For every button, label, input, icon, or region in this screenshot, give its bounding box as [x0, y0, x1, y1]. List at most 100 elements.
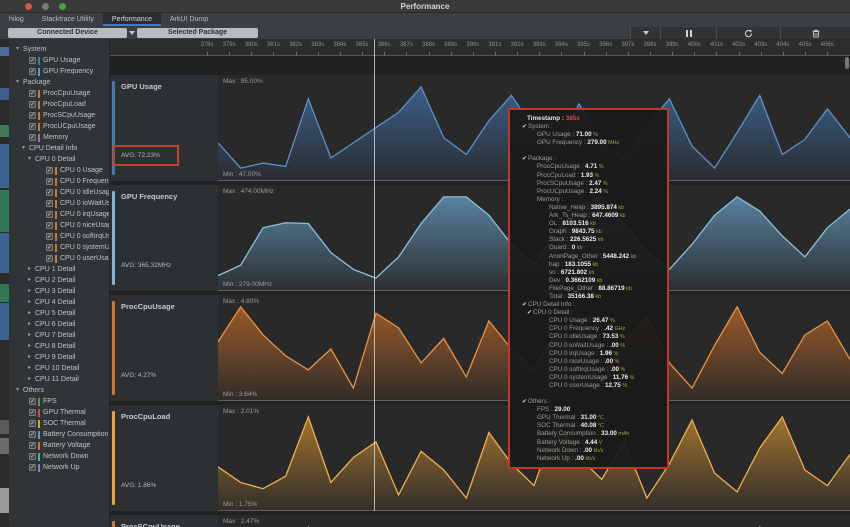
sidebar-item-cpu-7-detail[interactable]: ▸CPU 7 Detail — [9, 330, 109, 341]
sidebar-item-proccpuusage[interactable]: ✓ ProcCpuUsage — [9, 88, 109, 99]
sidebar-item-cpu-0-frequency[interactable]: ✓CPU 0 Frequency — [9, 176, 109, 187]
checkbox[interactable]: ✓ — [46, 211, 53, 218]
sidebar-item-cpu-11-detail[interactable]: ▸CPU 11 Detail — [9, 374, 109, 385]
tab-arkui-dump[interactable]: ArkUI Dump — [161, 13, 217, 26]
checkbox[interactable]: ✓ — [46, 233, 53, 240]
checkbox[interactable]: ✓ — [29, 442, 36, 449]
chevron-right-icon[interactable]: ▸ — [28, 352, 35, 363]
checkbox[interactable]: ✓ — [46, 178, 53, 185]
checkbox[interactable]: ✓ — [46, 200, 53, 207]
scrollbar-thumb[interactable] — [845, 57, 849, 69]
chevron-right-icon[interactable]: ▸ — [28, 341, 35, 352]
connected-device-button[interactable]: Connected Device — [8, 28, 127, 38]
minimize-button[interactable] — [42, 3, 49, 10]
checkbox[interactable]: ✓ — [46, 255, 53, 262]
refresh-button[interactable] — [716, 27, 780, 39]
checkbox[interactable]: ✓ — [29, 101, 36, 108]
zoom-button[interactable] — [59, 3, 66, 10]
checkbox[interactable]: ✓ — [29, 398, 36, 405]
chevron-down-icon[interactable]: ▾ — [16, 77, 23, 88]
chart-options-dropdown[interactable] — [630, 27, 660, 39]
checkbox[interactable]: ✓ — [29, 123, 36, 130]
sidebar-item-procscpuusage[interactable]: ✓ProcSCpuUsage — [9, 110, 109, 121]
checkbox[interactable]: ✓ — [29, 68, 36, 75]
checkbox[interactable]: ✓ — [46, 244, 53, 251]
checkbox[interactable]: ✓ — [29, 453, 36, 460]
chevron-right-icon[interactable]: ▸ — [28, 286, 35, 297]
sidebar-item-cpu-0-systemusage[interactable]: ✓CPU 0 systemUsage — [9, 242, 109, 253]
checkbox[interactable]: ✓ — [29, 112, 36, 119]
sidebar-item-label: ProcCpuUsage — [43, 88, 90, 99]
chevron-down-icon[interactable]: ▾ — [28, 154, 35, 165]
chevron-down-icon[interactable]: ▾ — [22, 143, 29, 154]
chevron-right-icon[interactable]: ▸ — [28, 275, 35, 286]
timeline-ruler[interactable]: 378s379s380s381s382s383s384s385s386s387s… — [110, 39, 850, 56]
tab-performance[interactable]: Performance — [103, 13, 161, 26]
sidebar-item-proccpuload[interactable]: ✓ProcCpuLoad — [9, 99, 109, 110]
sidebar-item-system[interactable]: ▾System — [9, 44, 109, 55]
tab-stacktrace-utility[interactable]: Stacktrace Utility — [33, 13, 103, 26]
timeline-tick-label: 397s — [621, 42, 634, 48]
sidebar-item-memory[interactable]: ✓Memory — [9, 132, 109, 143]
sidebar-item-soc-thermal[interactable]: ✓SOC Thermal — [9, 418, 109, 429]
tab-hilog[interactable]: hilog — [0, 13, 33, 26]
sidebar-item-package[interactable]: ▾Package — [9, 77, 109, 88]
selected-package-button[interactable]: Selected Package — [137, 28, 258, 38]
sidebar-item-network-down[interactable]: ✓Network Down — [9, 451, 109, 462]
checkbox[interactable]: ✓ — [29, 431, 36, 438]
chevron-down-icon[interactable]: ▾ — [16, 44, 23, 55]
sidebar-item-battery-voltage[interactable]: ✓Battery Voltage — [9, 440, 109, 451]
checkbox[interactable]: ✓ — [46, 167, 53, 174]
chevron-down-icon[interactable] — [129, 31, 135, 35]
sidebar-item-gpu-frequency[interactable]: ✓GPU Frequency — [9, 66, 109, 77]
sidebar-item-network-up[interactable]: ✓Network Up — [9, 462, 109, 473]
sidebar-item-cpu-1-detail[interactable]: ▸CPU 1 Detail — [9, 264, 109, 275]
sidebar-item-cpu-2-detail[interactable]: ▸CPU 2 Detail — [9, 275, 109, 286]
checkbox[interactable]: ✓ — [46, 189, 53, 196]
checkbox[interactable]: ✓ — [29, 409, 36, 416]
sidebar-item-cpu-0-softirqusage[interactable]: ✓CPU 0 softIrqUsage — [9, 231, 109, 242]
checkbox[interactable]: ✓ — [29, 420, 36, 427]
sidebar-item-cpu-0-userusage[interactable]: ✓CPU 0 userUsage — [9, 253, 109, 264]
checkbox[interactable]: ✓ — [29, 90, 36, 97]
chevron-right-icon[interactable]: ▸ — [28, 264, 35, 275]
chevron-right-icon[interactable]: ▸ — [28, 308, 35, 319]
sidebar-item-cpu-detail-info[interactable]: ▾CPU Detail Info — [9, 143, 109, 154]
sidebar-item-cpu-0-idleusage[interactable]: ✓CPU 0 idleUsage — [9, 187, 109, 198]
clear-button[interactable] — [780, 27, 850, 39]
sidebar-item-cpu-3-detail[interactable]: ▸CPU 3 Detail — [9, 286, 109, 297]
close-button[interactable] — [25, 3, 32, 10]
sidebar-item-procucpuusage[interactable]: ✓ProcUCpuUsage — [9, 121, 109, 132]
sidebar-item-gpu-thermal[interactable]: ✓GPU Thermal — [9, 407, 109, 418]
sidebar-item-cpu-0-iowaitusage[interactable]: ✓CPU 0 ioWaitUsage — [9, 198, 109, 209]
chevron-right-icon[interactable]: ▸ — [28, 297, 35, 308]
series-color-bar — [55, 233, 57, 241]
sidebar-item-gpu-usage[interactable]: ✓GPU Usage — [9, 55, 109, 66]
sidebar-item-cpu-8-detail[interactable]: ▸CPU 8 Detail — [9, 341, 109, 352]
sidebar-item-cpu-10-detail[interactable]: ▸CPU 10 Detail — [9, 363, 109, 374]
tooltip-unit: MHz — [607, 140, 620, 146]
sidebar-item-cpu-9-detail[interactable]: ▸CPU 9 Detail — [9, 352, 109, 363]
checkbox[interactable]: ✓ — [46, 222, 53, 229]
checkbox[interactable]: ✓ — [29, 57, 36, 64]
chevron-down-icon[interactable]: ▾ — [16, 385, 23, 396]
checkbox[interactable]: ✓ — [29, 464, 36, 471]
sidebar-item-battery-consumption[interactable]: ✓Battery Consumption — [9, 429, 109, 440]
sidebar-item-cpu-0-irqusage[interactable]: ✓CPU 0 irqUsage — [9, 209, 109, 220]
pause-button[interactable] — [660, 27, 716, 39]
sidebar-item-cpu-5-detail[interactable]: ▸CPU 5 Detail — [9, 308, 109, 319]
sidebar-item-cpu-4-detail[interactable]: ▸CPU 4 Detail — [9, 297, 109, 308]
chart-plot-proc-s-cpu-usage[interactable]: Max : 2.47% — [218, 515, 850, 527]
sidebar-item-others[interactable]: ▾Others — [9, 385, 109, 396]
playhead-line[interactable] — [374, 39, 375, 511]
sidebar-item-fps[interactable]: ✓FPS — [9, 396, 109, 407]
chevron-right-icon[interactable]: ▸ — [28, 374, 35, 385]
sidebar-item-cpu-0-niceusage[interactable]: ✓CPU 0 niceUsage — [9, 220, 109, 231]
chevron-right-icon[interactable]: ▸ — [28, 330, 35, 341]
checkbox[interactable]: ✓ — [29, 134, 36, 141]
sidebar-item-cpu-0-usage[interactable]: ✓CPU 0 Usage — [9, 165, 109, 176]
sidebar-item-cpu-6-detail[interactable]: ▸CPU 6 Detail — [9, 319, 109, 330]
chevron-right-icon[interactable]: ▸ — [28, 319, 35, 330]
sidebar-item-cpu-0-detail[interactable]: ▾CPU 0 Detail — [9, 154, 109, 165]
chevron-right-icon[interactable]: ▸ — [28, 363, 35, 374]
